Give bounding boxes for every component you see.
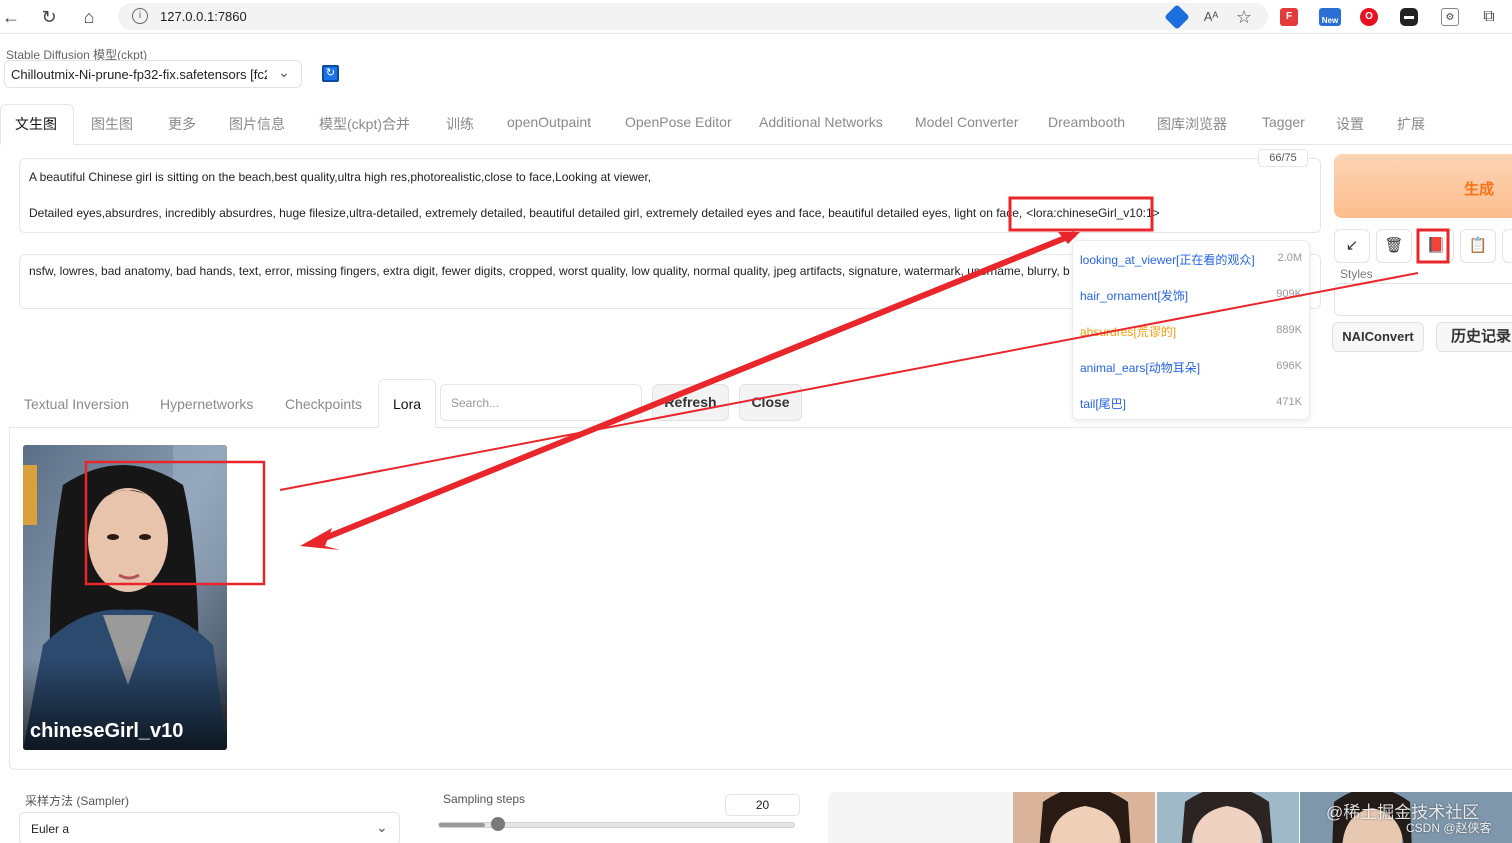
address-bar[interactable] bbox=[118, 3, 1268, 30]
sampler-value[interactable]: Euler a bbox=[31, 822, 69, 836]
favorite-add-icon[interactable]: ☆ bbox=[1233, 6, 1255, 28]
prompt-line-2-text: Detailed eyes,absurdres, incredibly absu… bbox=[29, 206, 1023, 220]
new-extension-icon[interactable]: New bbox=[1319, 8, 1341, 26]
tab-txt2img[interactable]: 文生图 bbox=[15, 114, 57, 134]
prompt-line-2[interactable]: Detailed eyes,absurdres, incredibly absu… bbox=[29, 206, 1160, 220]
lora-card[interactable] bbox=[23, 445, 227, 750]
extensions-icon[interactable]: ⧉ bbox=[1478, 6, 1500, 28]
close-button[interactable]: Close bbox=[739, 384, 802, 421]
steps-slider-thumb[interactable] bbox=[491, 817, 506, 831]
autocomplete-item[interactable]: looking_at_viewer[正在看的观众] bbox=[1080, 251, 1255, 268]
back-icon[interactable]: ← bbox=[0, 6, 22, 28]
autocomplete-item[interactable]: tail[尾巴] bbox=[1080, 395, 1126, 412]
tab-settings[interactable]: 设置 bbox=[1336, 114, 1364, 134]
autocomplete-count: 2.0M bbox=[1277, 252, 1302, 264]
tab-textual-inversion[interactable]: Textual Inversion bbox=[24, 396, 129, 412]
steps-label: Sampling steps bbox=[443, 792, 526, 806]
output-thumbnail-image bbox=[1013, 792, 1155, 843]
history-button[interactable]: 历史记录 bbox=[1436, 322, 1512, 352]
generate-label[interactable]: 生成 bbox=[1464, 178, 1494, 199]
save-style-button[interactable] bbox=[1502, 229, 1512, 263]
autocomplete-item[interactable]: hair_ornament[发饰] bbox=[1080, 287, 1188, 304]
sampler-label: 采样方法 (Sampler) bbox=[25, 794, 130, 808]
extra-networks-panel bbox=[9, 427, 1512, 770]
prompt-line-1[interactable]: A beautiful Chinese girl is sitting on t… bbox=[29, 170, 651, 184]
foxit-icon[interactable]: F bbox=[1280, 8, 1298, 26]
clipboard-icon[interactable]: 📋 bbox=[1460, 229, 1496, 263]
tab-extras[interactable]: 更多 bbox=[168, 114, 196, 134]
token-counter: 66/75 bbox=[1258, 149, 1308, 167]
output-thumbnail-image bbox=[1157, 792, 1299, 843]
lora-card-label[interactable]: chineseGirl_v10 bbox=[30, 720, 183, 743]
output-thumbnail[interactable] bbox=[1013, 792, 1155, 843]
tab-openoutpaint[interactable]: openOutpaint bbox=[507, 114, 591, 130]
opera-icon[interactable]: O bbox=[1360, 8, 1378, 26]
tab-tagger[interactable]: Tagger bbox=[1262, 114, 1305, 130]
read-aloud-icon[interactable]: Aᴬ bbox=[1200, 6, 1222, 28]
site-info-icon[interactable]: i bbox=[132, 8, 148, 24]
url-text[interactable]: 127.0.0.1:7860 bbox=[160, 9, 247, 24]
game-icon[interactable]: ▬ bbox=[1400, 8, 1418, 26]
tab-additional-networks[interactable]: Additional Networks bbox=[759, 114, 883, 130]
autocomplete-count: 889K bbox=[1276, 324, 1302, 336]
chevron-down-icon[interactable]: ⌄ bbox=[376, 819, 388, 836]
autocomplete-count: 471K bbox=[1276, 396, 1302, 408]
tab-img2img[interactable]: 图生图 bbox=[91, 114, 133, 134]
sampler-select[interactable] bbox=[19, 812, 400, 843]
tab-openpose-editor[interactable]: OpenPose Editor bbox=[625, 114, 732, 130]
tab-checkpoint-merge[interactable]: 模型(ckpt)合并 bbox=[319, 114, 410, 134]
autocomplete-item[interactable]: absurdres[荒谬的] bbox=[1080, 323, 1176, 340]
home-icon[interactable]: ⌂ bbox=[78, 6, 100, 28]
autocomplete-item[interactable]: animal_ears[动物耳朵] bbox=[1080, 359, 1200, 376]
collections-icon[interactable]: ⚙ bbox=[1441, 8, 1459, 26]
styles-label: Styles bbox=[1340, 267, 1373, 281]
tab-train[interactable]: 训练 bbox=[446, 114, 474, 134]
tab-model-converter[interactable]: Model Converter bbox=[915, 114, 1019, 130]
tabs-divider bbox=[0, 144, 1512, 145]
watermark-line-2: CSDN @赵侠客 bbox=[1406, 821, 1492, 835]
steps-number-input[interactable]: 20 bbox=[725, 794, 800, 816]
tab-dreambooth[interactable]: Dreambooth bbox=[1048, 114, 1125, 130]
tab-lora[interactable]: Lora bbox=[393, 396, 421, 412]
steps-slider-fill bbox=[439, 823, 486, 827]
model-value[interactable]: Chilloutmix-Ni-prune-fp32-fix.safetensor… bbox=[11, 67, 267, 82]
refresh-model-icon[interactable]: ↻ bbox=[322, 65, 339, 82]
output-thumbnail[interactable] bbox=[1157, 792, 1299, 843]
tab-png-info[interactable]: 图片信息 bbox=[229, 114, 285, 134]
network-search-input[interactable] bbox=[440, 384, 642, 421]
styles-select[interactable] bbox=[1334, 283, 1512, 316]
read-params-icon[interactable]: ↙ bbox=[1334, 229, 1370, 263]
extra-networks-icon[interactable]: 📕 bbox=[1418, 229, 1454, 263]
tab-image-browser[interactable]: 图库浏览器 bbox=[1157, 114, 1227, 134]
tab-checkpoints[interactable]: Checkpoints bbox=[285, 396, 362, 412]
tab-extensions[interactable]: 扩展 bbox=[1397, 114, 1425, 134]
trash-icon[interactable]: 🗑 bbox=[1376, 229, 1412, 263]
chevron-down-icon[interactable]: ⌄ bbox=[278, 64, 290, 81]
autocomplete-count: 909K bbox=[1276, 288, 1302, 300]
tab-hypernetworks[interactable]: Hypernetworks bbox=[160, 396, 253, 412]
refresh-button[interactable]: Refresh bbox=[652, 384, 729, 421]
lora-preview-image bbox=[23, 445, 227, 750]
naiconvert-button[interactable]: NAIConvert bbox=[1332, 322, 1424, 352]
reload-icon[interactable]: ↻ bbox=[38, 6, 60, 28]
lora-tag: <lora:chineseGirl_v10:1> bbox=[1026, 206, 1160, 220]
autocomplete-count: 696K bbox=[1276, 360, 1302, 372]
negative-prompt-text[interactable]: nsfw, lowres, bad anatomy, bad hands, te… bbox=[29, 264, 1071, 278]
new-badge: New bbox=[1321, 16, 1339, 25]
